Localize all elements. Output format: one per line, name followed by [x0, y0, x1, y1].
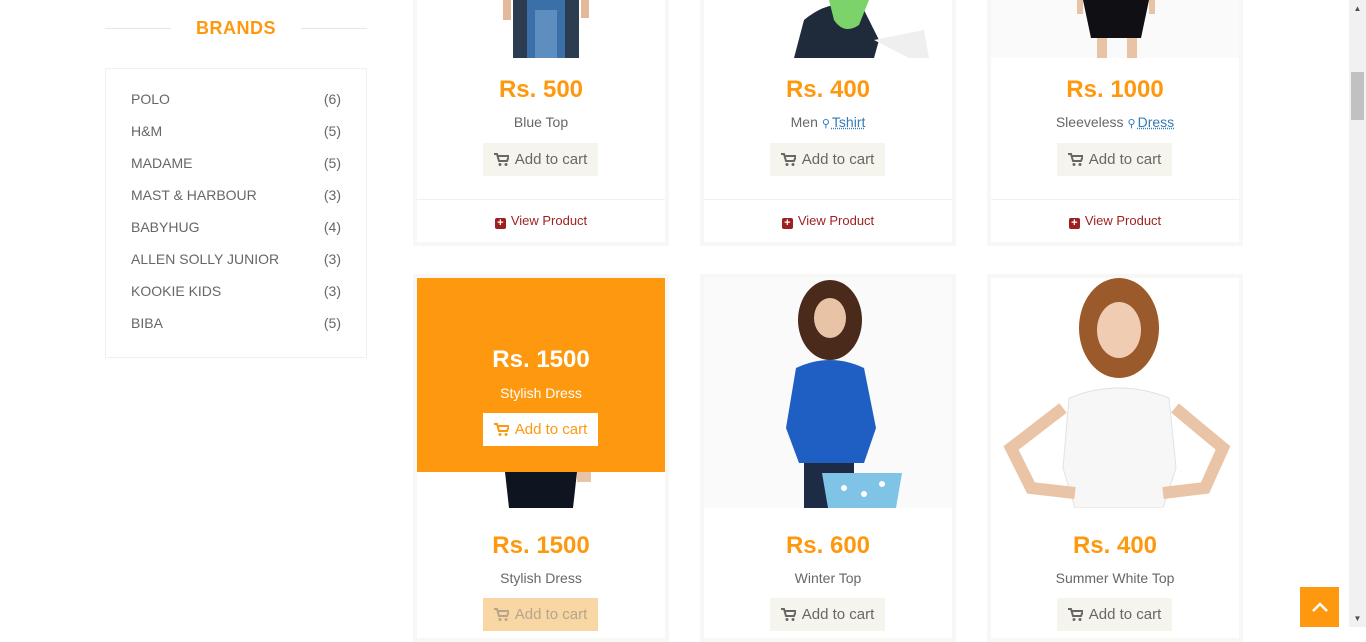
product-name: Blue Top [513, 114, 569, 130]
search-icon: ⚲ [1127, 118, 1136, 130]
scroll-down-arrow-icon[interactable]: ▼ [1349, 610, 1366, 627]
scrollbar-thumb[interactable] [1351, 72, 1364, 120]
cart-icon [493, 608, 509, 621]
overlay-name: Stylish Dress [500, 385, 582, 401]
card-divider [417, 199, 665, 200]
brands-list: POLO (6) H&M (5) MADAME (5) MAST & HARBOUR (… [105, 68, 367, 358]
brand-count: (3) [323, 283, 341, 299]
brand-item-madame[interactable]: MADAME (5) [131, 155, 341, 175]
scroll-up-button[interactable] [1300, 587, 1339, 627]
product-card-summer-white-top: Rs. 400 Summer White Top Add to cart [987, 274, 1243, 642]
add-to-cart-button[interactable]: Add to cart [1057, 598, 1172, 631]
view-product-label: View Product [1084, 213, 1162, 228]
add-to-cart-button[interactable]: Add to cart [1057, 143, 1172, 176]
product-card-stylish-dress: Rs. 1500 Stylish Dress Add to cart Rs. 1… [413, 274, 669, 642]
product-price: Rs. 500 [498, 76, 584, 103]
product-name: Men ⚲ Tshirt [704, 114, 952, 130]
brand-item-hm[interactable]: H&M (5) [131, 123, 341, 143]
product-card-blue-top: Rs. 500 Blue Top Add to cart + View Produ… [413, 0, 669, 246]
page-scrollbar[interactable]: ▲ ▼ [1349, 0, 1366, 627]
view-product-label: View Product [797, 213, 875, 228]
brand-name: H&M [131, 123, 163, 139]
product-price: Rs. 400 [1072, 532, 1158, 559]
add-to-cart-label: Add to cart [801, 606, 875, 623]
cart-icon [1067, 153, 1083, 166]
cart-icon [493, 423, 509, 436]
brand-name: POLO [131, 91, 170, 107]
product-name: Winter Top [794, 570, 862, 586]
view-product-link[interactable]: + View Product [991, 213, 1239, 229]
product-card-sleeveless-dress: Rs. 1000 Sleeveless ⚲ Dress Add to cart + V… [987, 0, 1243, 246]
product-price: Rs. 400 [785, 76, 871, 103]
brand-name: BIBA [131, 315, 163, 331]
add-to-cart-button[interactable]: Add to cart [483, 143, 598, 176]
product-card-winter-top: Rs. 600 Winter Top Add to cart [700, 274, 956, 642]
brand-name: ALLEN SOLLY JUNIOR [131, 251, 280, 267]
product-name: Stylish Dress [500, 570, 582, 586]
product-name: Sleeveless ⚲ Dress [991, 114, 1239, 130]
brand-item-biba[interactable]: BIBA (5) [131, 315, 341, 335]
overlay-add-to-cart-button[interactable]: Add to cart [483, 413, 598, 446]
brand-item-mast-harbour[interactable]: MAST & HARBOUR (3) [131, 187, 341, 207]
brands-heading: BRANDS [105, 14, 367, 42]
add-to-cart-label: Add to cart [514, 606, 588, 623]
product-image [991, 0, 1239, 58]
brand-count: (6) [323, 91, 341, 107]
card-divider [704, 199, 952, 200]
brand-name: KOOKIE KIDS [131, 283, 222, 299]
brand-name: BABYHUG [131, 219, 200, 235]
product-price: Rs. 1500 [492, 532, 590, 559]
brand-count: (5) [323, 315, 341, 331]
scroll-up-arrow-icon[interactable]: ▲ [1349, 0, 1366, 17]
add-to-cart-button[interactable]: Add to cart [483, 598, 598, 631]
product-image [991, 278, 1239, 508]
overlay-price: Rs. 1500 [492, 346, 590, 373]
plus-square-icon: + [494, 218, 506, 229]
chevron-up-icon [1311, 602, 1328, 612]
heading-divider-right [301, 28, 367, 29]
product-hover-overlay: Rs. 1500 Stylish Dress Add to cart [417, 278, 665, 472]
cart-icon [780, 608, 796, 621]
product-tag-link[interactable]: Tshirt [832, 114, 865, 130]
cart-icon [780, 153, 796, 166]
view-product-label: View Product [510, 213, 588, 228]
brand-count: (5) [323, 123, 341, 139]
product-price: Rs. 600 [785, 532, 871, 559]
brand-item-polo[interactable]: POLO (6) [131, 91, 341, 111]
brand-item-allen-solly-junior[interactable]: ALLEN SOLLY JUNIOR (3) [131, 251, 341, 271]
product-tag-link[interactable]: Dress [1138, 114, 1175, 130]
cart-icon [493, 153, 509, 166]
add-to-cart-label: Add to cart [1088, 606, 1162, 623]
card-divider [991, 199, 1239, 200]
brand-item-kookie-kids[interactable]: KOOKIE KIDS (3) [131, 283, 341, 303]
plus-square-icon: + [1068, 218, 1080, 229]
product-name: Summer White Top [1055, 570, 1175, 586]
product-name-text: Sleeveless [1055, 114, 1124, 130]
brand-count: (3) [323, 187, 341, 203]
brand-count: (4) [323, 219, 341, 235]
add-to-cart-label: Add to cart [801, 151, 875, 168]
add-to-cart-label: Add to cart [514, 421, 588, 438]
add-to-cart-label: Add to cart [514, 151, 588, 168]
product-name-text: Men [790, 114, 818, 130]
view-product-link[interactable]: + View Product [417, 213, 665, 229]
product-card-men-tshirt: Rs. 400 Men ⚲ Tshirt Add to cart + View Pro… [700, 0, 956, 246]
product-image [704, 0, 952, 58]
search-icon: ⚲ [821, 118, 830, 130]
brand-name: MADAME [131, 155, 193, 171]
add-to-cart-button[interactable]: Add to cart [770, 598, 885, 631]
add-to-cart-label: Add to cart [1088, 151, 1162, 168]
brand-item-babyhug[interactable]: BABYHUG (4) [131, 219, 341, 239]
plus-square-icon: + [781, 218, 793, 229]
brand-count: (5) [323, 155, 341, 171]
brand-count: (3) [323, 251, 341, 267]
product-image [704, 278, 952, 508]
add-to-cart-button[interactable]: Add to cart [770, 143, 885, 176]
product-image [417, 0, 665, 58]
brand-name: MAST & HARBOUR [131, 187, 257, 203]
view-product-link[interactable]: + View Product [704, 213, 952, 229]
cart-icon [1067, 608, 1083, 621]
product-price: Rs. 1000 [1066, 76, 1164, 103]
